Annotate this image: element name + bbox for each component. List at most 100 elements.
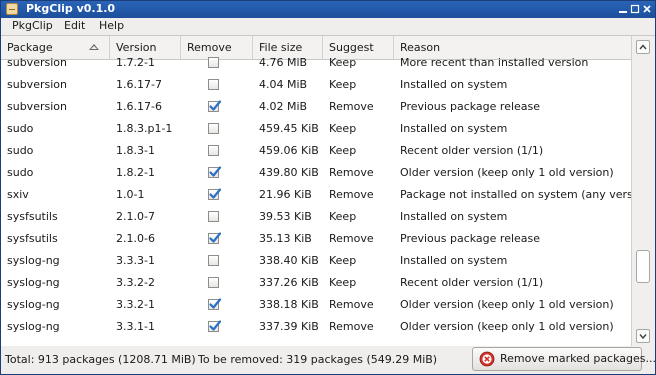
reason-cell: Recent older version (1/1) xyxy=(400,276,544,289)
suggest-cell: Remove xyxy=(329,232,374,245)
statusbar: Total: 913 packages (1208.71 MiB) To be … xyxy=(1,346,656,374)
version-cell: 1.6.17-7 xyxy=(116,78,162,91)
table-row[interactable]: syslog-ng 3.3.3-1 338.40 KiB Keep Installed … xyxy=(1,250,631,272)
version-cell: 3.3.2-1 xyxy=(116,298,155,311)
suggest-cell: Remove xyxy=(329,166,374,179)
reason-cell: Installed on system xyxy=(400,122,508,135)
file-size-cell: 459.45 KiB xyxy=(259,122,319,135)
version-cell: 1.7.2-1 xyxy=(116,56,155,69)
remove-marked-packages-button[interactable]: Remove marked packages... xyxy=(472,347,656,371)
remove-checkbox[interactable] xyxy=(208,255,219,266)
minimize-icon[interactable] xyxy=(617,3,629,15)
file-size-cell: 338.40 KiB xyxy=(259,254,319,267)
scroll-down-button[interactable] xyxy=(636,329,650,343)
table-row[interactable]: syslog-ng 3.3.1-1 337.39 KiB Remove Older ve… xyxy=(1,316,631,338)
suggest-cell: Keep xyxy=(329,56,357,69)
reason-cell: Installed on system xyxy=(400,254,508,267)
scrollbar-thumb[interactable] xyxy=(636,250,650,283)
suggest-cell: Keep xyxy=(329,276,357,289)
remove-circle-icon xyxy=(479,351,495,367)
remove-checkbox[interactable] xyxy=(208,211,219,222)
reason-cell: More recent than installed version xyxy=(400,56,589,69)
remove-checkbox[interactable] xyxy=(208,232,222,244)
remove-checkbox[interactable] xyxy=(208,277,219,288)
remove-checkbox[interactable] xyxy=(208,298,222,310)
menu-help[interactable]: Help xyxy=(99,18,124,35)
close-icon[interactable] xyxy=(641,3,653,15)
reason-cell: Older version (keep only 1 old version) xyxy=(400,298,614,311)
table-row[interactable]: sysfsutils 2.1.0-7 39.53 KiB Keep Installed … xyxy=(1,206,631,228)
package-name-cell: sysfsutils xyxy=(7,232,58,245)
remove-checkbox[interactable] xyxy=(208,188,222,200)
window-title: PkgClip v0.1.0 xyxy=(26,2,116,15)
remove-checkbox[interactable] xyxy=(208,123,219,134)
table-row[interactable]: sudo 1.8.3-1 459.06 KiB Keep Recent older ve… xyxy=(1,140,631,162)
sort-ascending-icon xyxy=(89,44,99,50)
app-window: PkgClip v0.1.0 PkgClip Edit Help Package… xyxy=(0,0,656,375)
checkmark-icon xyxy=(209,166,222,177)
package-name-cell: sudo xyxy=(7,144,34,157)
version-cell: 2.1.0-6 xyxy=(116,232,155,245)
version-cell: 2.1.0-7 xyxy=(116,210,155,223)
menu-pkgclip[interactable]: PkgClip xyxy=(12,18,53,35)
table-row[interactable]: subversion 1.6.17-7 4.04 MiB Keep Installed … xyxy=(1,74,631,96)
remove-checkbox[interactable] xyxy=(208,79,219,90)
package-name-cell: subversion xyxy=(7,100,67,113)
table-row[interactable]: sudo 1.8.2-1 439.80 KiB Remove Older version… xyxy=(1,162,631,184)
remove-checkbox[interactable] xyxy=(208,320,222,332)
reason-cell: Recent older version (1/1) xyxy=(400,144,544,157)
version-cell: 3.3.2-2 xyxy=(116,276,155,289)
reason-cell: Previous package release xyxy=(400,100,541,113)
reason-cell: Installed on system xyxy=(400,210,508,223)
package-app-icon xyxy=(6,3,18,15)
scroll-up-button[interactable] xyxy=(636,40,650,54)
reason-cell: Older version (keep only 1 old version) xyxy=(400,320,614,333)
suggest-cell: Keep xyxy=(329,144,357,157)
total-status: Total: 913 packages (1208.71 MiB) xyxy=(5,353,196,366)
suggest-cell: Remove xyxy=(329,298,374,311)
suggest-cell: Keep xyxy=(329,122,357,135)
version-cell: 1.8.3.p1-1 xyxy=(116,122,173,135)
table-row[interactable]: syslog-ng 3.3.2-1 338.18 KiB Remove Older ve… xyxy=(1,294,631,316)
version-cell: 3.3.1-1 xyxy=(116,320,155,333)
chevron-down-icon xyxy=(639,334,647,340)
package-name-cell: sudo xyxy=(7,166,34,179)
package-name-cell: sxiv xyxy=(7,188,29,201)
table-row[interactable]: sxiv 1.0-1 21.96 KiB Remove Package not inst… xyxy=(1,184,654,206)
checkmark-icon xyxy=(209,100,222,111)
remove-checkbox[interactable] xyxy=(208,100,222,112)
titlebar[interactable]: PkgClip v0.1.0 xyxy=(1,1,655,18)
suggest-cell: Remove xyxy=(329,320,374,333)
version-cell: 1.0-1 xyxy=(116,188,145,201)
table-row[interactable]: sysfsutils 2.1.0-6 35.13 KiB Remove Previous… xyxy=(1,228,631,250)
table-row[interactable]: syslog-ng 3.3.2-2 337.26 KiB Keep Recent old… xyxy=(1,272,631,294)
table-row[interactable]: subversion 1.6.17-6 4.02 MiB Remove Previous… xyxy=(1,96,631,118)
reason-cell: Previous package release xyxy=(400,232,541,245)
file-size-cell: 338.18 KiB xyxy=(259,298,319,311)
reason-cell: Older version (keep only 1 old version) xyxy=(400,166,614,179)
menubar: PkgClip Edit Help xyxy=(1,18,655,35)
package-table: Package Version Remove File size Suggest… xyxy=(1,35,655,348)
suggest-cell: Remove xyxy=(329,188,374,201)
version-cell: 3.3.3-1 xyxy=(116,254,155,267)
remove-checkbox[interactable] xyxy=(208,145,219,156)
package-name-cell: syslog-ng xyxy=(7,276,60,289)
file-size-cell: 439.80 KiB xyxy=(259,166,319,179)
table-row[interactable]: sudo 1.8.3.p1-1 459.45 KiB Keep Installed on… xyxy=(1,118,631,140)
vertical-scrollbar[interactable] xyxy=(631,36,655,347)
reason-cell: Package not installed on system (any ver… xyxy=(400,188,654,201)
menu-edit[interactable]: Edit xyxy=(64,18,85,35)
removal-status: To be removed: 319 packages (549.29 MiB) xyxy=(198,353,438,366)
checkmark-icon xyxy=(209,298,222,309)
file-size-cell: 337.39 KiB xyxy=(259,320,319,333)
reason-cell: Installed on system xyxy=(400,78,508,91)
suggest-cell: Keep xyxy=(329,210,357,223)
remove-checkbox[interactable] xyxy=(208,57,219,68)
remove-checkbox[interactable] xyxy=(208,166,222,178)
suggest-cell: Keep xyxy=(329,254,357,267)
table-row[interactable]: subversion 1.7.2-1 4.76 MiB Keep More recent… xyxy=(1,52,631,74)
maximize-icon[interactable] xyxy=(629,3,641,15)
file-size-cell: 4.02 MiB xyxy=(259,100,308,113)
checkmark-icon xyxy=(209,232,222,243)
checkmark-icon xyxy=(209,188,222,199)
